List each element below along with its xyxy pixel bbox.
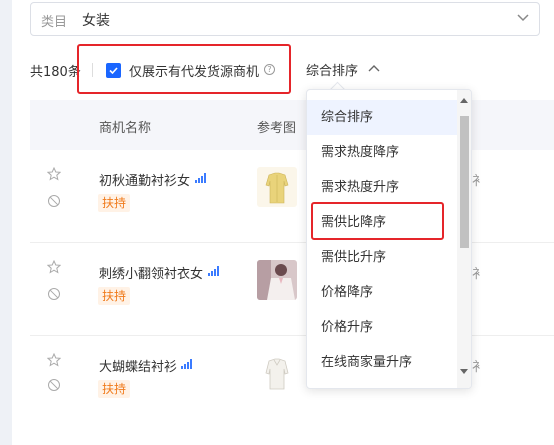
blouse-photo-image (257, 260, 297, 300)
column-header-image: 参考图 (257, 121, 297, 136)
table-header: 商机名称 参考图 (30, 100, 554, 150)
total-count: 共180条 (30, 65, 81, 80)
support-badge: 扶持 (98, 287, 131, 305)
trend-signal-icon (181, 359, 192, 369)
annotation-highlight-option (311, 202, 444, 240)
sort-option-demand-asc[interactable]: 需求热度升序 (307, 170, 457, 205)
opportunity-name[interactable]: 刺绣小翻领衬衣女 (99, 263, 203, 282)
support-badge: 扶持 (98, 194, 131, 212)
sort-option-merchants-asc[interactable]: 在线商家量升序 (307, 345, 457, 380)
star-icon[interactable] (47, 353, 61, 367)
product-thumbnail[interactable] (257, 167, 297, 207)
block-icon[interactable] (47, 378, 61, 392)
sort-select[interactable]: 综合排序 (306, 60, 358, 79)
white-shirt-image (257, 353, 297, 393)
table-row[interactable]: 大蝴蝶结衬衫 扶持 衤 (30, 336, 554, 445)
sort-option-demand-desc[interactable]: 需求热度降序 (307, 135, 457, 170)
chevron-up-icon[interactable] (367, 62, 381, 76)
shirt-image (257, 167, 297, 207)
sort-option-ratio-asc[interactable]: 需供比升序 (307, 240, 457, 275)
block-icon[interactable] (47, 287, 61, 301)
star-icon[interactable] (47, 260, 61, 274)
opportunity-name[interactable]: 初秋通勤衬衫女 (99, 170, 190, 189)
column-header-name: 商机名称 (99, 121, 152, 136)
table-row[interactable]: 初秋通勤衬衫女 扶持 衤 (30, 150, 554, 243)
truncated-cell: 衤 (472, 360, 486, 375)
block-icon[interactable] (47, 194, 61, 208)
truncated-cell: 衤 (472, 174, 486, 189)
annotation-highlight-filter (77, 44, 291, 94)
sort-option-price-asc[interactable]: 价格升序 (307, 310, 457, 345)
trend-signal-icon (195, 173, 206, 183)
opportunity-name[interactable]: 大蝴蝶结衬衫 (99, 356, 177, 375)
category-select[interactable]: 类目 女装 (30, 2, 540, 36)
scrollbar-thumb[interactable] (460, 116, 469, 248)
star-icon[interactable] (47, 167, 61, 181)
truncated-cell: 衤 (472, 267, 486, 282)
scroll-up-arrow-icon[interactable] (460, 98, 468, 103)
chevron-down-icon[interactable] (513, 8, 533, 28)
product-thumbnail[interactable] (257, 260, 297, 300)
table-row[interactable]: 刺绣小翻领衬衣女 扶持 衤 (30, 243, 554, 336)
scroll-down-arrow-icon[interactable] (460, 369, 468, 374)
sort-option-price-desc[interactable]: 价格降序 (307, 275, 457, 310)
category-value: 女装 (82, 13, 110, 29)
support-badge: 扶持 (98, 380, 131, 398)
sort-option-comprehensive[interactable]: 综合排序 (307, 100, 457, 135)
trend-signal-icon (208, 266, 219, 276)
page-edge-strip (0, 0, 12, 445)
product-thumbnail[interactable] (257, 353, 297, 393)
category-label: 类目 (41, 15, 68, 30)
